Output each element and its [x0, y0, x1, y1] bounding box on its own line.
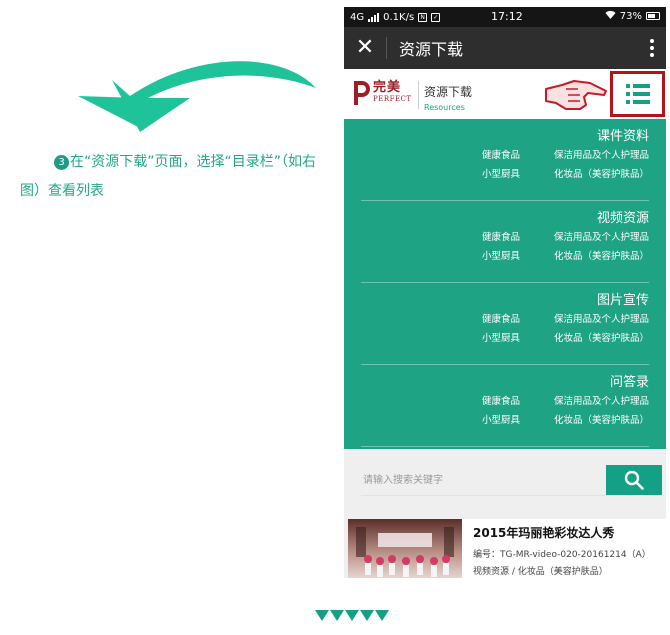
category-link[interactable]: 健康食品 [482, 395, 554, 408]
category-link[interactable]: 小型厨具 [482, 332, 554, 345]
battery-icon [646, 12, 660, 20]
category-link[interactable]: 健康食品 [482, 313, 554, 326]
menu-highlight-box [610, 71, 665, 117]
category-link[interactable]: 保洁用品及个人护理品 [554, 231, 649, 244]
category-section: 课件资料 健康食品 保洁用品及个人护理品 小型厨具 化妆品（美容护肤品） [361, 119, 649, 201]
signal-icon [368, 12, 380, 22]
category-link[interactable]: 小型厨具 [482, 250, 554, 263]
close-icon[interactable]: ✕ [344, 27, 386, 69]
search-underline [361, 495, 605, 496]
category-link[interactable]: 健康食品 [482, 149, 554, 162]
down-triangles-decoration [315, 610, 389, 622]
logo-english: PERFECT [373, 95, 412, 103]
category-link[interactable]: 小型厨具 [482, 414, 554, 427]
category-link[interactable]: 化妆品（美容护肤品） [554, 168, 649, 181]
category-link[interactable]: 化妆品（美容护肤品） [554, 414, 649, 427]
curved-arrow-icon [78, 61, 316, 132]
list-menu-icon[interactable] [625, 84, 650, 104]
result-item[interactable]: 2015年玛丽艳彩妆达人秀 编号：TG-MR-video-020-2016121… [348, 519, 666, 578]
category-link[interactable]: 保洁用品及个人护理品 [554, 395, 649, 408]
category-link[interactable]: 化妆品（美容护肤品） [554, 250, 649, 263]
wechat-title-bar: ✕ 资源下载 [344, 27, 666, 69]
result-category-path: 视频资源 / 化妆品（美容护肤品） [473, 567, 608, 577]
status-bar: 4G 0.1K/s N ✓ 17:12 73% [344, 7, 666, 27]
title-divider [386, 37, 387, 59]
network-speed: 0.1K/s [383, 11, 415, 23]
category-menu: 课件资料 健康食品 保洁用品及个人护理品 小型厨具 化妆品（美容护肤品） 视频资… [344, 119, 666, 449]
category-link[interactable]: 化妆品（美容护肤品） [554, 332, 649, 345]
message-icon: ✓ [431, 12, 441, 22]
category-link[interactable]: 健康食品 [482, 231, 554, 244]
perfect-logo[interactable]: 完美 PERFECT [354, 79, 412, 105]
step-number-badge: 3 [54, 155, 69, 170]
battery-percent: 73% [619, 10, 642, 22]
result-thumbnail [348, 519, 462, 578]
instruction-text: 3 在“资源下载”页面，选择“目录栏”（如右图）查看列表 [20, 148, 320, 206]
category-link[interactable]: 保洁用品及个人护理品 [554, 313, 649, 326]
clock: 17:12 [491, 10, 523, 23]
category-section: 图片宣传 健康食品 保洁用品及个人护理品 小型厨具 化妆品（美容护肤品） [361, 283, 649, 365]
logo-mark-icon [354, 81, 370, 105]
network-type: 4G [350, 11, 365, 23]
notification-icon: N [418, 12, 428, 22]
header-divider [418, 81, 419, 109]
phone-screenshot: 4G 0.1K/s N ✓ 17:12 73% ✕ 资源下载 完美 PERFEC… [344, 7, 666, 578]
category-title[interactable]: 课件资料 [597, 125, 649, 144]
search-button[interactable] [606, 465, 662, 495]
header-title: 资源下载 [424, 85, 473, 99]
category-link[interactable]: 保洁用品及个人护理品 [554, 149, 649, 162]
search-icon [624, 470, 644, 490]
category-title[interactable]: 视频资源 [597, 207, 649, 226]
logo-chinese: 完美 [373, 80, 402, 95]
result-code: 编号：TG-MR-video-020-20161214（A） [473, 550, 651, 560]
result-title[interactable]: 2015年玛丽艳彩妆达人秀 [473, 524, 614, 541]
category-link[interactable]: 小型厨具 [482, 168, 554, 181]
more-vertical-icon[interactable] [650, 39, 654, 57]
wifi-icon [605, 10, 616, 22]
site-header: 完美 PERFECT 资源下载 Resources [344, 69, 666, 119]
pointing-hand-icon [545, 80, 607, 110]
page-title: 资源下载 [399, 40, 464, 59]
category-section: 问答录 健康食品 保洁用品及个人护理品 小型厨具 化妆品（美容护肤品） [361, 365, 649, 447]
search-input[interactable] [361, 465, 605, 495]
category-title[interactable]: 图片宣传 [597, 289, 649, 308]
category-title[interactable]: 问答录 [610, 371, 649, 390]
header-subtitle: Resources [424, 103, 465, 112]
category-section: 视频资源 健康食品 保洁用品及个人护理品 小型厨具 化妆品（美容护肤品） [361, 201, 649, 283]
